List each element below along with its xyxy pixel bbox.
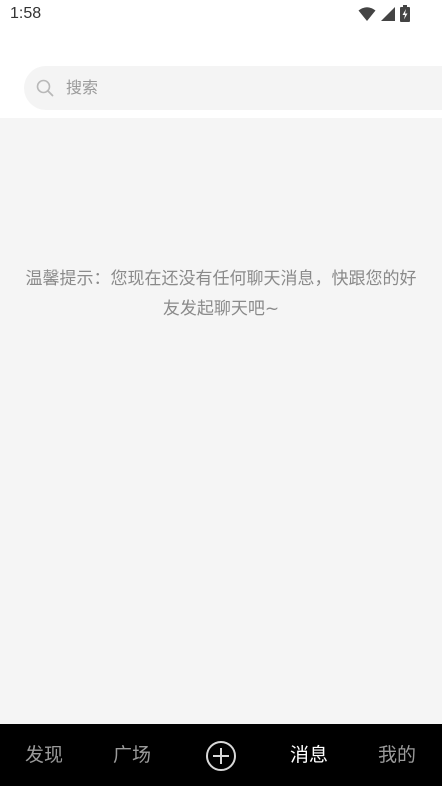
search-placeholder: 搜索 xyxy=(66,78,99,97)
nav-mine[interactable]: 我的 xyxy=(378,743,416,767)
signal-icon xyxy=(381,6,395,21)
wifi-icon xyxy=(358,6,376,21)
status-bar: 1:58 xyxy=(0,0,442,30)
status-time: 1:58 xyxy=(10,5,42,22)
nav-square[interactable]: 广场 xyxy=(113,743,151,767)
bottom-nav: 发现 广场 消息 我的 xyxy=(0,724,442,786)
message-list: 温馨提示：您现在还没有任何聊天消息，快跟您的好友发起聊天吧~ xyxy=(0,118,442,724)
search-icon xyxy=(36,79,54,97)
status-icons xyxy=(358,5,410,22)
search-area: 搜索 xyxy=(0,60,442,118)
add-circle-icon xyxy=(206,741,236,771)
nav-discover[interactable]: 发现 xyxy=(25,743,63,767)
nav-messages[interactable]: 消息 xyxy=(290,743,328,767)
nav-add-button[interactable] xyxy=(205,740,237,772)
empty-state-message: 温馨提示：您现在还没有任何聊天消息，快跟您的好友发起聊天吧~ xyxy=(25,269,417,319)
search-input[interactable]: 搜索 xyxy=(24,66,442,110)
battery-charging-icon xyxy=(400,5,410,22)
